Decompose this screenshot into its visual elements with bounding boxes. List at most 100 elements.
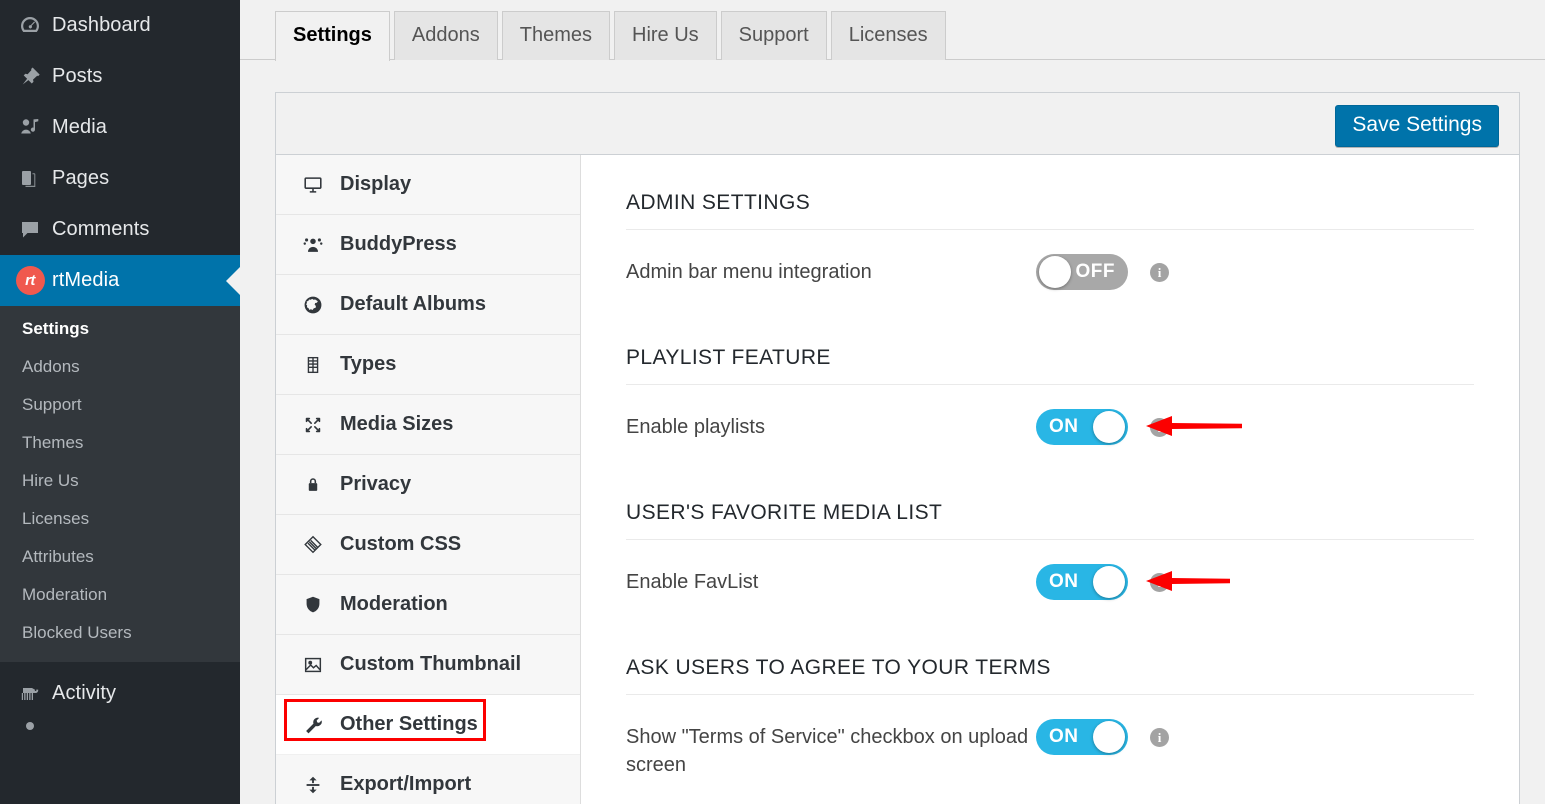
activity-icon bbox=[12, 682, 48, 706]
settings-vertical-nav: Display BuddyPress bbox=[276, 155, 581, 804]
settings-nav-display[interactable]: Display bbox=[276, 155, 580, 215]
toggle-knob bbox=[1093, 566, 1125, 598]
toggle-knob bbox=[1093, 721, 1125, 753]
settings-nav-buddypress[interactable]: BuddyPress bbox=[276, 215, 580, 275]
wrench-icon bbox=[302, 714, 336, 736]
setting-label: Enable playlists bbox=[626, 413, 1036, 441]
buddypress-icon bbox=[302, 234, 336, 256]
settings-nav-label: Other Settings bbox=[336, 713, 478, 736]
setting-label: Admin bar menu integration bbox=[626, 258, 1036, 286]
comments-icon bbox=[12, 218, 48, 242]
media-icon bbox=[12, 116, 48, 140]
setting-row-enable-playlists: Enable playlists ON i bbox=[626, 385, 1474, 463]
settings-nav-media-sizes[interactable]: Media Sizes bbox=[276, 395, 580, 455]
top-tab-bar: Settings Addons Themes Hire Us Support L… bbox=[275, 8, 946, 60]
submenu-item-blocked-users[interactable]: Blocked Users bbox=[0, 614, 240, 652]
profile-icon bbox=[12, 719, 48, 739]
toggle-state-label: ON bbox=[1036, 571, 1089, 593]
filmstrip-icon bbox=[302, 354, 336, 376]
settings-nav-privacy[interactable]: Privacy bbox=[276, 455, 580, 515]
settings-nav-label: Media Sizes bbox=[336, 413, 453, 436]
tab-themes[interactable]: Themes bbox=[502, 11, 610, 60]
toggle-enable-favlist[interactable]: ON bbox=[1036, 564, 1128, 600]
sidebar-item-label: Media bbox=[48, 116, 107, 139]
sidebar-item-comments[interactable]: Comments bbox=[0, 204, 240, 255]
info-icon[interactable]: i bbox=[1150, 573, 1169, 592]
section-title: ASK USERS TO AGREE TO YOUR TERMS bbox=[626, 618, 1474, 695]
toggle-enable-playlists[interactable]: ON bbox=[1036, 409, 1128, 445]
section-ask-users-agree-terms: ASK USERS TO AGREE TO YOUR TERMS Show "T… bbox=[626, 618, 1474, 779]
toggle-knob bbox=[1039, 256, 1071, 288]
save-bar: Save Settings bbox=[276, 93, 1519, 155]
sidebar-item-posts[interactable]: Posts bbox=[0, 51, 240, 102]
info-icon[interactable]: i bbox=[1150, 418, 1169, 437]
info-icon[interactable]: i bbox=[1150, 263, 1169, 282]
sidebar-item-activity[interactable]: Activity bbox=[0, 668, 240, 719]
shield-icon bbox=[302, 594, 336, 616]
settings-nav-label: BuddyPress bbox=[336, 233, 457, 256]
submenu-item-themes[interactable]: Themes bbox=[0, 424, 240, 462]
settings-nav-default-albums[interactable]: Default Albums bbox=[276, 275, 580, 335]
toggle-knob bbox=[1093, 411, 1125, 443]
setting-label: Show "Terms of Service" checkbox on uplo… bbox=[626, 723, 1036, 779]
sidebar-item-dashboard[interactable]: Dashboard bbox=[0, 0, 240, 51]
lock-icon bbox=[302, 474, 336, 496]
section-title: ADMIN SETTINGS bbox=[626, 155, 1474, 230]
settings-nav-custom-thumbnail[interactable]: Custom Thumbnail bbox=[276, 635, 580, 695]
tab-settings[interactable]: Settings bbox=[275, 11, 390, 61]
section-admin-settings: ADMIN SETTINGS Admin bar menu integratio… bbox=[626, 155, 1474, 308]
settings-nav-label: Custom Thumbnail bbox=[336, 653, 521, 676]
pin-icon bbox=[12, 65, 48, 89]
sidebar-item-label: Activity bbox=[48, 682, 116, 705]
submenu-item-licenses[interactable]: Licenses bbox=[0, 500, 240, 538]
toggle-state-label: ON bbox=[1036, 416, 1089, 438]
settings-nav-label: Display bbox=[336, 173, 411, 196]
section-title: USER'S FAVORITE MEDIA LIST bbox=[626, 463, 1474, 540]
save-settings-button[interactable]: Save Settings bbox=[1335, 105, 1499, 147]
tab-support[interactable]: Support bbox=[721, 11, 827, 60]
settings-nav-export-import[interactable]: Export/Import bbox=[276, 755, 580, 804]
submenu-item-settings[interactable]: Settings bbox=[0, 310, 240, 348]
toggle-terms-of-service-checkbox[interactable]: ON bbox=[1036, 719, 1128, 755]
sidebar-item-label: Posts bbox=[48, 65, 103, 88]
setting-row-enable-favlist: Enable FavList ON i bbox=[626, 540, 1474, 618]
settings-nav-types[interactable]: Types bbox=[276, 335, 580, 395]
settings-nav-label: Export/Import bbox=[336, 773, 471, 796]
sidebar-item-label: Comments bbox=[48, 218, 150, 241]
submenu-item-attributes[interactable]: Attributes bbox=[0, 538, 240, 576]
settings-nav-label: Custom CSS bbox=[336, 533, 461, 556]
submenu-item-moderation[interactable]: Moderation bbox=[0, 576, 240, 614]
dashboard-icon bbox=[12, 14, 48, 38]
settings-card-body: Display BuddyPress bbox=[276, 155, 1519, 804]
sidebar-item-media[interactable]: Media bbox=[0, 102, 240, 153]
sidebar-item-rtmedia[interactable]: rt rtMedia bbox=[0, 255, 240, 306]
section-users-favorite-media-list: USER'S FAVORITE MEDIA LIST Enable FavLis… bbox=[626, 463, 1474, 618]
toggle-state-label: OFF bbox=[1066, 261, 1129, 283]
tab-hire-us[interactable]: Hire Us bbox=[614, 11, 717, 60]
tab-addons[interactable]: Addons bbox=[394, 11, 498, 60]
settings-nav-other-settings[interactable]: Other Settings bbox=[276, 695, 580, 755]
main-area: Settings Addons Themes Hire Us Support L… bbox=[240, 0, 1545, 804]
css-tag-icon bbox=[302, 534, 336, 556]
settings-content-panel: ADMIN SETTINGS Admin bar menu integratio… bbox=[581, 155, 1519, 804]
toggle-admin-bar-menu-integration[interactable]: OFF bbox=[1036, 254, 1128, 290]
globe-icon bbox=[302, 294, 336, 316]
sidebar-item-pages[interactable]: Pages bbox=[0, 153, 240, 204]
setting-row-admin-bar-menu-integration: Admin bar menu integration OFF i bbox=[626, 230, 1474, 308]
info-icon[interactable]: i bbox=[1150, 728, 1169, 747]
monitor-icon bbox=[302, 174, 336, 196]
sidebar-item-label: Pages bbox=[48, 167, 109, 190]
pages-icon bbox=[12, 167, 48, 191]
export-import-icon bbox=[302, 774, 336, 796]
submenu-item-addons[interactable]: Addons bbox=[0, 348, 240, 386]
section-title: PLAYLIST FEATURE bbox=[626, 308, 1474, 385]
image-icon bbox=[302, 654, 336, 676]
sidebar-item-partial[interactable] bbox=[0, 719, 240, 739]
submenu-item-support[interactable]: Support bbox=[0, 386, 240, 424]
settings-nav-moderation[interactable]: Moderation bbox=[276, 575, 580, 635]
tab-licenses[interactable]: Licenses bbox=[831, 11, 946, 60]
submenu-item-hire-us[interactable]: Hire Us bbox=[0, 462, 240, 500]
settings-nav-custom-css[interactable]: Custom CSS bbox=[276, 515, 580, 575]
settings-nav-label: Types bbox=[336, 353, 396, 376]
setting-label: Enable FavList bbox=[626, 568, 1036, 596]
